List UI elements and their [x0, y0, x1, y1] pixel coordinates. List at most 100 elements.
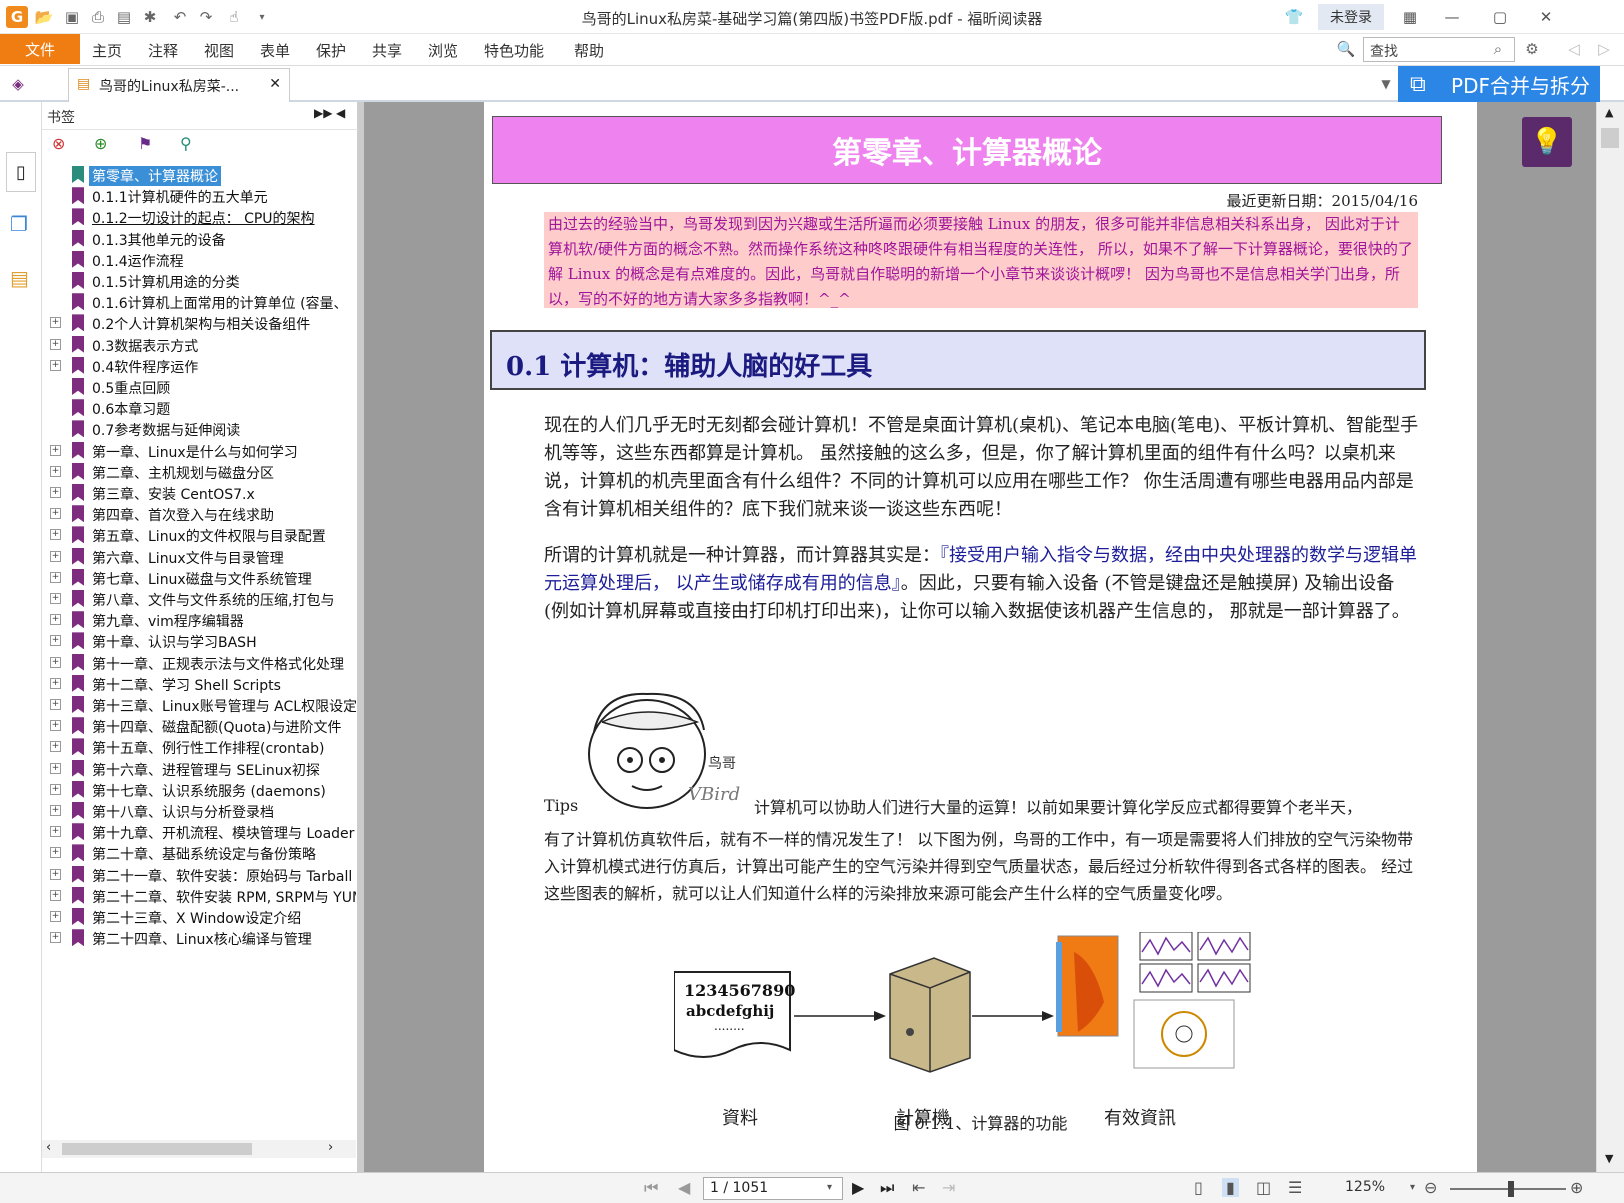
redo-icon[interactable]: ↷ — [196, 7, 216, 27]
bookmark-item[interactable]: + 第七章、Linux磁盘与文件系统管理 — [42, 567, 356, 589]
single-page-icon[interactable]: ▯ — [1194, 1178, 1203, 1197]
bookmark-item[interactable]: + 第十七章、认识系统服务 (daemons) — [42, 779, 356, 801]
expand-toggle-icon[interactable]: + — [50, 720, 61, 732]
vertical-scrollbar[interactable]: ▲ ▼ — [1596, 102, 1624, 1172]
page-number-input[interactable]: 1 / 1051 — [703, 1177, 843, 1200]
bookmark-item[interactable]: +0.4软件程序运作 — [42, 355, 356, 377]
expand-toggle-icon[interactable]: + — [50, 571, 61, 583]
undo-icon[interactable]: ↶ — [170, 7, 190, 27]
facing-pages-icon[interactable]: ◫ — [1256, 1178, 1271, 1197]
expand-toggle-icon[interactable]: + — [50, 805, 61, 816]
expand-toggle-icon[interactable]: + — [50, 783, 61, 795]
zoom-dropdown-icon[interactable]: ▾ — [1410, 1182, 1415, 1193]
customize-toolbar-icon[interactable]: ▾ — [252, 7, 272, 27]
bookmark-item[interactable]: + 第十一章、正规表示法与文件格式化处理 — [42, 652, 356, 674]
menu-view[interactable]: 视图 — [204, 40, 234, 61]
nav-back-icon[interactable]: ◁ — [1564, 39, 1584, 59]
expand-panel-icon[interactable]: ▶▶ — [314, 106, 332, 120]
pages-panel-icon[interactable]: ❐ — [10, 212, 28, 236]
print-icon[interactable]: ⎙ — [88, 7, 108, 27]
comments-panel-icon[interactable]: ▤ — [10, 266, 29, 290]
bookmark-item[interactable]: 0.1.3其他单元的设备 — [42, 228, 356, 250]
sidebar-toggle-icon[interactable]: ◈ — [8, 74, 28, 94]
zoom-in-icon[interactable]: ⊕ — [1570, 1178, 1583, 1197]
close-window-button[interactable]: ✕ — [1526, 4, 1566, 30]
expand-toggle-icon[interactable]: + — [50, 677, 61, 689]
menu-features[interactable]: 特色功能 — [484, 40, 544, 61]
expand-toggle-icon[interactable]: + — [50, 889, 61, 901]
user-shirt-icon[interactable]: 👕 — [1280, 4, 1308, 30]
bookmark-item[interactable]: +0.3数据表示方式 — [42, 334, 356, 356]
expand-toggle-icon[interactable]: + — [50, 656, 61, 668]
login-button[interactable]: 未登录 — [1318, 4, 1384, 30]
continuous-page-icon[interactable]: ▮ — [1222, 1178, 1239, 1197]
tab-list-dropdown-icon[interactable]: ▼ — [1376, 74, 1396, 94]
bookmark-item[interactable]: + 第十四章、磁盘配额(Quota)与进阶文件 — [42, 715, 356, 737]
open-folder-icon[interactable]: 📂 — [34, 7, 54, 27]
expand-toggle-icon[interactable]: + — [50, 635, 61, 647]
bookmark-item[interactable]: +0.2个人计算机架构与相关设备组件 — [42, 312, 356, 334]
menu-protect[interactable]: 保护 — [316, 40, 346, 61]
document-properties-icon[interactable]: ▤ — [114, 7, 134, 27]
scroll-down-icon[interactable]: ▼ — [1605, 1152, 1613, 1165]
bookmarks-panel-icon[interactable]: ▯ — [6, 152, 36, 192]
bookmark-item[interactable]: 0.1.6计算机上面常用的计算单位 (容量、 — [42, 291, 356, 313]
expand-toggle-icon[interactable]: + — [50, 614, 61, 626]
zoom-slider-thumb[interactable] — [1508, 1181, 1514, 1197]
bookmark-item[interactable]: + 第十二章、学习 Shell Scripts — [42, 673, 356, 695]
menu-browse[interactable]: 浏览 — [428, 40, 458, 61]
settings-gear-icon[interactable]: ⚙ — [1522, 39, 1542, 59]
hand-tool-icon[interactable]: ☝ — [224, 7, 244, 27]
next-page-icon[interactable]: ▶ — [852, 1178, 864, 1197]
prev-page-icon[interactable]: ◀ — [678, 1178, 690, 1197]
bookmark-item[interactable]: + 第九章、vim程序编辑器 — [42, 609, 356, 631]
expand-toggle-icon[interactable]: + — [50, 593, 61, 604]
bookmark-item[interactable]: + 第十三章、Linux账号管理与 ACL权限设定 — [42, 694, 356, 716]
continuous-facing-icon[interactable]: ☰ — [1288, 1178, 1302, 1197]
horizontal-scrollbar[interactable]: ‹ › — [42, 1140, 356, 1158]
close-tab-icon[interactable]: ✕ — [269, 76, 281, 92]
collapse-panel-icon[interactable]: ◀ — [336, 106, 345, 120]
expand-toggle-icon[interactable]: + — [50, 741, 61, 753]
expand-toggle-icon[interactable]: + — [50, 465, 61, 477]
bookmark-item[interactable]: + 第二章、主机规划与磁盘分区 — [42, 461, 356, 483]
menu-form[interactable]: 表单 — [260, 40, 290, 61]
expand-toggle-icon[interactable]: + — [50, 868, 61, 880]
bookmark-item[interactable]: + 第十章、认识与学习BASH — [42, 630, 356, 652]
nav-forward-icon[interactable]: ▷ — [1594, 39, 1614, 59]
expand-toggle-icon[interactable]: + — [50, 508, 61, 520]
scroll-left-icon[interactable]: ‹ — [46, 1140, 51, 1155]
bookmark-item[interactable]: + 第二十章、基础系统设定与备份策略 — [42, 842, 356, 864]
bookmark-item[interactable]: 0.1.4运作流程 — [42, 249, 356, 271]
lightbulb-tip-icon[interactable]: 💡 — [1522, 117, 1572, 167]
bookmark-item[interactable]: + 第二十三章、X Window设定介绍 — [42, 906, 356, 928]
bookmark-item[interactable]: + 第八章、文件与文件系统的压缩,打包与 — [42, 588, 356, 610]
zoom-out-icon[interactable]: ⊖ — [1424, 1178, 1437, 1197]
expand-toggle-icon[interactable]: + — [50, 932, 61, 944]
bookmark-item[interactable]: + 第三章、安装 CentOS7.x — [42, 482, 356, 504]
menu-share[interactable]: 共享 — [372, 40, 402, 61]
layout-grid-icon[interactable]: ▦ — [1396, 4, 1424, 30]
expand-toggle-icon[interactable]: + — [50, 487, 61, 498]
expand-toggle-icon[interactable]: + — [50, 529, 61, 541]
find-folder-icon[interactable]: 🔍 — [1336, 39, 1356, 59]
app-logo-icon[interactable]: G — [6, 6, 28, 28]
bookmark-item[interactable]: + 第六章、Linux文件与目录管理 — [42, 546, 356, 568]
bookmark-item[interactable]: + 第十九章、开机流程、模块管理与 Loader — [42, 821, 356, 843]
bookmark-item[interactable]: 0.1.5计算机用途的分类 — [42, 270, 356, 292]
vertical-scroll-thumb[interactable] — [1601, 128, 1619, 148]
expand-toggle-icon[interactable]: + — [50, 444, 61, 456]
expand-toggle-icon[interactable]: + — [50, 317, 61, 329]
expand-toggle-icon[interactable]: + — [50, 847, 61, 859]
pdf-merge-split-button[interactable]: ⧉ PDF合并与拆分 — [1398, 66, 1600, 102]
bookmark-item[interactable]: + 第四章、首次登入与在线求助 — [42, 503, 356, 525]
expand-toggle-icon[interactable]: + — [50, 550, 61, 562]
menu-home[interactable]: 主页 — [92, 40, 122, 61]
bookmark-item[interactable]: 0.1.1计算机硬件的五大单元 — [42, 185, 356, 207]
zoom-level[interactable]: 125% — [1345, 1179, 1385, 1195]
scroll-right-icon[interactable]: › — [328, 1140, 333, 1155]
bookmark-item[interactable]: 第零章、计算器概论 — [42, 164, 356, 186]
bookmark-search-icon[interactable]: ⚲ — [180, 134, 192, 153]
save-icon[interactable]: ▣ — [62, 7, 82, 27]
delete-bookmark-icon[interactable]: ⊗ — [52, 134, 65, 153]
